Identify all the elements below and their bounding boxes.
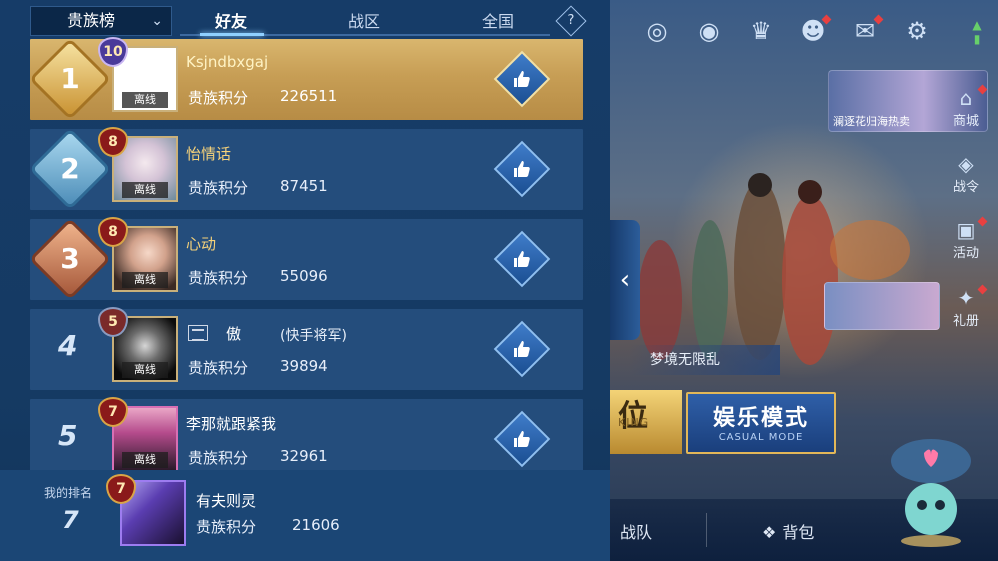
player-name: 李那就跟紧我	[186, 415, 277, 433]
noble-level-badge: 8	[98, 127, 128, 157]
help-button[interactable]: ?	[555, 5, 587, 37]
score-label: 贵族积分	[188, 179, 249, 197]
score-value: 39894	[280, 357, 328, 375]
noble-level-badge: 8	[98, 217, 128, 247]
noble-level-badge: 5	[98, 307, 128, 337]
target-icon[interactable]: ◎	[640, 14, 674, 48]
notification-dot	[821, 14, 832, 25]
my-player-name: 有夫则灵	[196, 492, 257, 510]
ranked-mode-button[interactable]: 位 KING	[610, 390, 682, 454]
score-value: 87451	[280, 177, 328, 195]
score-value: 55096	[280, 267, 328, 285]
my-rank-number: 7	[62, 506, 79, 534]
wifi-signal-icon: ▲ ▮	[972, 18, 982, 46]
thumbs-up-icon	[514, 251, 530, 267]
tab-friends[interactable]: 好友	[215, 8, 247, 32]
thumbs-up-icon	[514, 431, 530, 447]
shop-button[interactable]: ⌂ 商城	[946, 84, 988, 129]
tab-national[interactable]: 全国	[482, 8, 514, 32]
like-button[interactable]	[493, 140, 551, 198]
tab-underline	[180, 33, 550, 36]
trophy-icon[interactable]: ♛	[744, 14, 778, 48]
chevron-down-icon: ⌄	[151, 13, 163, 29]
backpack-button[interactable]: ❖ 背包	[762, 519, 814, 543]
rank-badge-gold: 1	[33, 42, 107, 116]
casual-mode-subtitle: CASUAL MODE	[718, 432, 804, 443]
noble-level-badge: 7	[98, 397, 128, 427]
noble-level-badge: 10	[98, 37, 128, 67]
thumbs-up-icon	[514, 341, 530, 357]
rank-number: 5	[58, 419, 78, 452]
friends-icon[interactable]: ☻	[796, 14, 832, 48]
status-offline: 离线	[122, 452, 168, 468]
status-offline: 离线	[122, 182, 168, 198]
rank-badge-bronze: 3	[33, 222, 107, 296]
status-offline: 离线	[122, 272, 168, 288]
events-button[interactable]: ▣ 活动	[946, 216, 988, 261]
player-name: 心动	[186, 235, 217, 253]
casual-mode-button[interactable]: 娱乐模式 CASUAL MODE	[686, 392, 836, 454]
battle-pass-button[interactable]: ◈ 战令	[946, 152, 986, 195]
tab-region[interactable]: 战区	[348, 8, 380, 32]
hero-group-illustration	[638, 173, 910, 365]
thumbs-up-icon	[514, 71, 530, 87]
score-label: 贵族积分	[188, 89, 249, 107]
mascot-icon[interactable]	[886, 431, 976, 551]
gear-icon[interactable]: ⚙	[900, 14, 934, 48]
top-icon-bar: ◎ ◉ ♛ ☻ ✉ ⚙	[640, 14, 934, 48]
player-name: 怡情话	[186, 145, 232, 163]
battle-pass-icon: ◈	[958, 152, 974, 176]
backpack-icon: ❖	[762, 523, 777, 542]
gift-card-art	[824, 282, 940, 330]
dropdown-label: 贵族榜	[67, 11, 116, 30]
tabs-bar: 贵族榜 ⌄ 好友 战区 全国 ?	[0, 0, 610, 40]
rank-number: 4	[58, 329, 78, 362]
leaderboard-row[interactable]: 3 离线 8 心动 贵族积分 55096	[30, 217, 583, 300]
leaderboard-row[interactable]: 5 离线 7 李那就跟紧我 贵族积分 32961	[30, 397, 583, 480]
active-tab-indicator	[200, 33, 264, 36]
my-rank-bar: 我的排名 7 7 有夫则灵 贵族积分 21606	[0, 470, 610, 561]
player-name: 傲	[226, 325, 242, 343]
gift-book-button[interactable]: ✦ 礼册	[946, 284, 988, 329]
score-value: 32961	[280, 447, 328, 465]
status-offline: 离线	[122, 92, 168, 108]
player-title: (快手将军)	[280, 328, 347, 344]
ranking-type-dropdown[interactable]: 贵族榜 ⌄	[30, 6, 172, 36]
chevron-left-icon: ‹	[619, 265, 631, 295]
lobby-background: ◎ ◉ ♛ ☻ ✉ ⚙ ▲ ▮ 澜逐花归海热卖 ⌂ 商城 ◈ 战令 ▣ 活动 ✦ 礼册 梦…	[610, 0, 998, 561]
notification-dot	[873, 14, 884, 25]
leaderboard-row[interactable]: 2 离线 8 怡情话 贵族积分 87451	[30, 127, 583, 210]
like-button[interactable]	[493, 230, 551, 288]
promo-caption: 澜逐花归海热卖	[833, 115, 910, 128]
like-button[interactable]	[493, 410, 551, 468]
score-label: 贵族积分	[188, 269, 249, 287]
player-name: Ksjndbxgaj	[186, 53, 269, 71]
score-value: 21606	[292, 516, 340, 534]
score-label: 贵族积分	[196, 518, 257, 536]
divider	[706, 513, 707, 547]
leaderboard-panel: 贵族榜 ⌄ 好友 战区 全国 ? 1 离线 10 Ksjndbxgaj 贵族积分…	[0, 0, 610, 561]
mode-banner[interactable]: 梦境无限乱	[630, 345, 780, 375]
rank-badge-silver: 2	[33, 132, 107, 206]
score-label: 贵族积分	[188, 449, 249, 467]
my-rank-label: 我的排名	[44, 486, 93, 500]
score-value: 226511	[280, 87, 338, 105]
thumbs-up-icon	[514, 161, 530, 177]
leaderboard-row[interactable]: 1 离线 10 Ksjndbxgaj 贵族积分 226511	[30, 37, 583, 120]
mail-icon[interactable]: ✉	[848, 14, 884, 48]
like-button[interactable]	[493, 50, 551, 108]
status-offline: 离线	[122, 362, 168, 378]
leaderboard-row[interactable]: 4 离线 5 傲 (快手将军) 贵族积分 39894	[30, 307, 583, 390]
eye-icon[interactable]: ◉	[692, 14, 726, 48]
collapse-panel-button[interactable]: ‹	[610, 220, 640, 340]
like-button[interactable]	[493, 320, 551, 378]
team-button[interactable]: 战队	[620, 519, 652, 543]
clan-flag-icon	[188, 325, 208, 341]
score-label: 贵族积分	[188, 359, 249, 377]
noble-level-badge: 7	[106, 474, 136, 504]
help-icon: ?	[567, 13, 575, 28]
casual-mode-title: 娱乐模式	[712, 406, 809, 431]
